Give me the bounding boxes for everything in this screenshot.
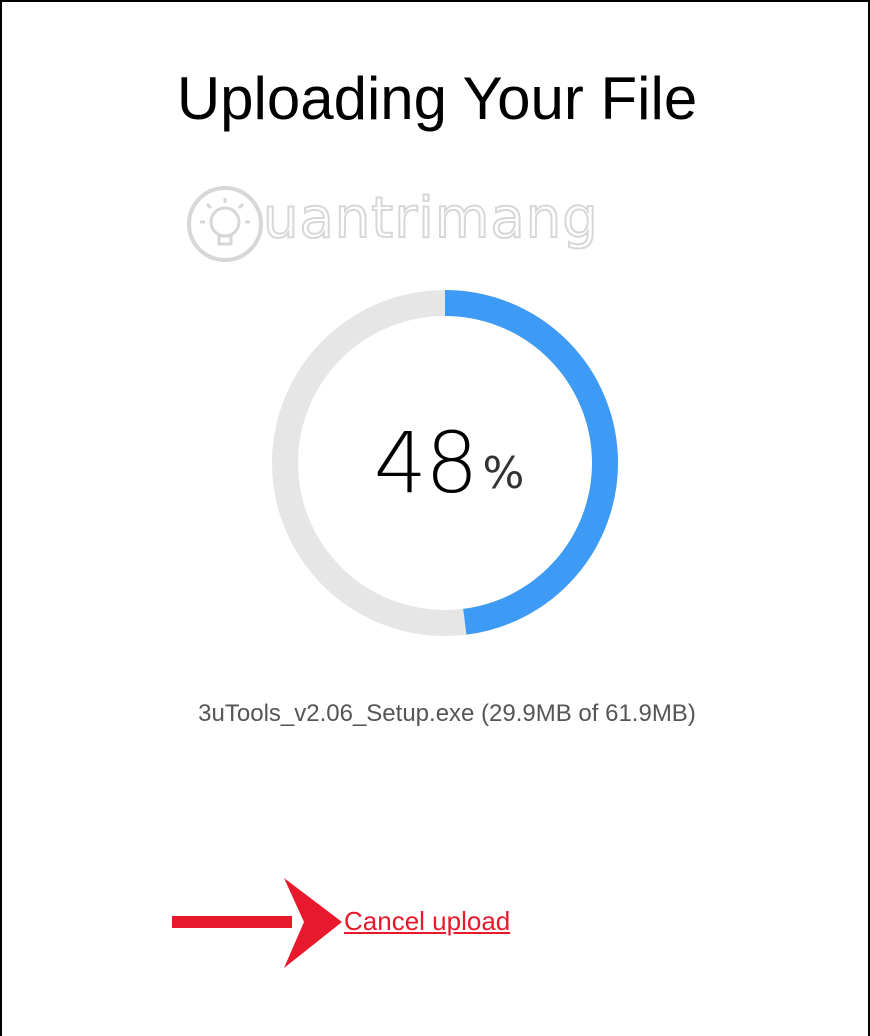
file-info: 3uTools_v2.06_Setup.exe (29.9MB of 61.9M… <box>198 700 696 727</box>
progress-ring: 48 % <box>268 286 622 640</box>
lightbulb-icon <box>187 186 263 262</box>
upload-dialog: Uploading Your File uantrimang 48 % 3uTo… <box>0 0 870 1036</box>
watermark: uantrimang <box>185 180 705 270</box>
progress-percent-sign: % <box>482 447 525 499</box>
cancel-upload-link[interactable]: Cancel upload <box>344 906 510 937</box>
progress-label: 48 % <box>268 286 622 640</box>
progress-percent-value: 48 <box>373 414 479 512</box>
arrow-right-icon <box>172 878 342 968</box>
page-title: Uploading Your File <box>176 65 698 132</box>
watermark-text: uantrimang <box>262 185 599 252</box>
